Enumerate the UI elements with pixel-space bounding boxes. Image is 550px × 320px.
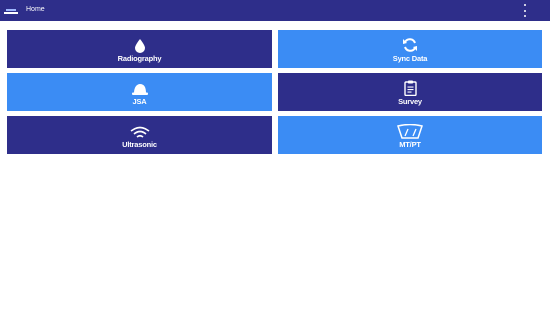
mt-pt-label: MT/PT bbox=[399, 140, 421, 149]
overflow-menu-icon[interactable] bbox=[522, 4, 528, 17]
page-title: Home bbox=[26, 6, 45, 13]
mt-pt-button[interactable]: MT/PT bbox=[278, 116, 542, 154]
clipboard-icon bbox=[403, 80, 417, 96]
ultrasonic-button[interactable]: Ultrasonic bbox=[7, 116, 272, 154]
survey-label: Survey bbox=[398, 97, 422, 106]
ultrasonic-label: Ultrasonic bbox=[122, 140, 157, 149]
sync-data-label: Sync Data bbox=[392, 54, 428, 63]
windshield-icon bbox=[397, 124, 423, 139]
radiography-label: Radiography bbox=[117, 54, 162, 63]
app-bar: Home bbox=[0, 0, 550, 21]
water-drop-icon bbox=[134, 39, 145, 53]
sync-icon bbox=[403, 38, 417, 52]
app-logo-icon bbox=[4, 9, 18, 14]
survey-button[interactable]: Survey bbox=[278, 73, 542, 111]
jsa-label: JSA bbox=[132, 97, 147, 106]
hard-hat-icon bbox=[131, 84, 148, 95]
jsa-button[interactable]: JSA bbox=[7, 73, 272, 111]
radiography-button[interactable]: Radiography bbox=[7, 30, 272, 68]
wifi-waves-icon bbox=[130, 126, 149, 138]
sync-data-button[interactable]: Sync Data bbox=[278, 30, 542, 68]
